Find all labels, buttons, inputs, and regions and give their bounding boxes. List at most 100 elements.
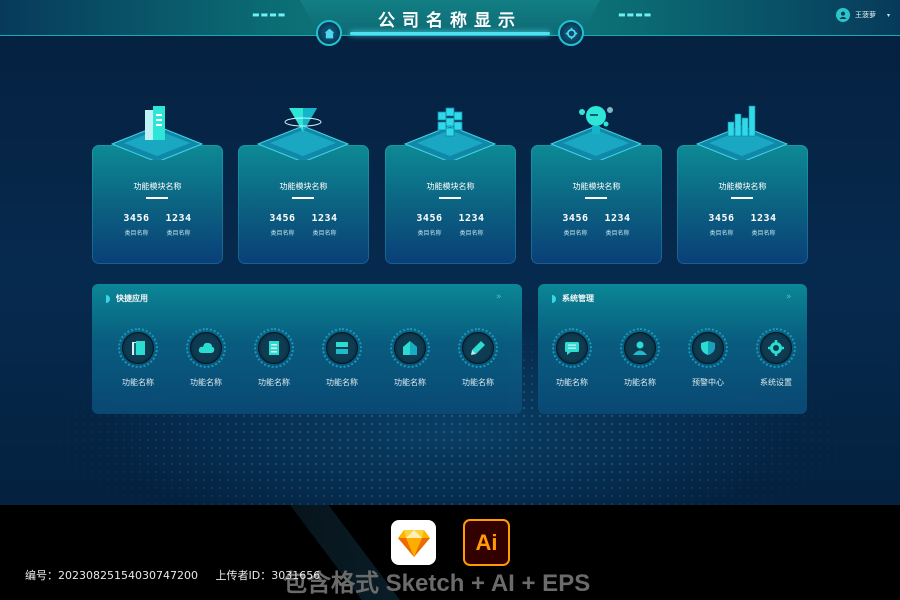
user-menu[interactable]: 王菠萝 ▾ — [836, 8, 890, 22]
app-label: 功能名称 — [462, 378, 494, 387]
stat-label: 类目名称 — [605, 230, 630, 237]
sketch-diamond-icon — [397, 529, 430, 557]
module-card[interactable]: 功能模块名称 3456 类目名称 1234 类目名称 — [677, 145, 808, 264]
pencil-icon — [471, 341, 485, 355]
module-illustration — [92, 96, 223, 163]
title-underline — [585, 197, 607, 199]
module-title: 功能模块名称 — [572, 182, 621, 191]
app-icon-core — [760, 332, 792, 364]
stat-label: 类目名称 — [563, 230, 588, 237]
system-management-title: 系统管理 — [562, 294, 594, 303]
illustrator-label: Ai — [475, 529, 498, 555]
user-icon — [633, 341, 647, 355]
stat-value: 1234 — [458, 213, 485, 224]
stat-label: 类目名称 — [166, 230, 191, 237]
app-shortcut[interactable]: 功能名称 — [240, 328, 308, 388]
stat-value: 3456 — [269, 213, 296, 224]
chevron-down-icon[interactable]: ▾ — [887, 12, 890, 19]
app-shortcut[interactable]: 预警中心 — [674, 328, 742, 388]
app-icon-core — [190, 332, 222, 364]
app-shortcut[interactable]: 功能名称 — [172, 328, 240, 388]
app-icon-core — [624, 332, 656, 364]
funnel-icon — [284, 108, 322, 132]
section-marker — [552, 294, 556, 303]
header-deco-right: ▬▬▬▬ — [618, 10, 653, 19]
app-icon-core — [394, 332, 426, 364]
app-label: 功能名称 — [394, 378, 426, 387]
module-title: 功能模块名称 — [279, 182, 328, 191]
module-card[interactable]: 功能模块名称 3456 类目名称 1234 类目名称 — [531, 145, 662, 264]
quick-apps-title: 快捷应用 — [116, 294, 148, 303]
settings-button[interactable] — [558, 20, 584, 46]
system-more-button[interactable]: » — [786, 292, 792, 302]
stat-item: 1234 类目名称 — [459, 213, 485, 237]
gear-icon — [565, 27, 577, 39]
app-shortcut[interactable]: 功能名称 — [376, 328, 444, 388]
title-underline — [439, 197, 461, 199]
module-card[interactable]: 功能模块名称 3456 类目名称 1234 类目名称 — [385, 145, 516, 264]
title-underline — [731, 197, 753, 199]
app-shortcut[interactable]: 功能名称 — [606, 328, 674, 388]
sketch-logo — [391, 520, 436, 565]
app-icon-ring — [458, 328, 498, 368]
system-apps-list: 功能名称 功能名称 预警中心 系统设置 — [538, 328, 810, 388]
app-icon-ring — [688, 328, 728, 368]
title-underline — [292, 197, 314, 199]
user-icon — [839, 11, 847, 19]
stat-item: 3456 类目名称 — [269, 213, 295, 237]
avatar — [836, 8, 850, 22]
stat-value: 1234 — [165, 213, 192, 224]
section-marker — [106, 294, 110, 303]
stat-item: 3456 类目名称 — [562, 213, 588, 237]
robot-icon — [579, 106, 613, 134]
app-label: 功能名称 — [624, 378, 656, 387]
app-icon-ring — [390, 328, 430, 368]
header-glow-line — [350, 32, 550, 35]
app-icon-ring — [552, 328, 592, 368]
app-icon-core — [258, 332, 290, 364]
module-card[interactable]: 功能模块名称 3456 类目名称 1234 类目名称 — [238, 145, 369, 264]
stat-label: 类目名称 — [417, 230, 442, 237]
module-illustration — [238, 96, 369, 163]
module-illustration — [385, 96, 516, 163]
shield-icon — [701, 341, 715, 355]
app-label: 系统设置 — [760, 378, 792, 387]
app-icon-core — [556, 332, 588, 364]
stat-label: 类目名称 — [124, 230, 149, 237]
app-shortcut[interactable]: 系统设置 — [742, 328, 810, 388]
stat-value: 3456 — [562, 213, 589, 224]
module-title: 功能模块名称 — [133, 182, 182, 191]
app-shortcut[interactable]: 功能名称 — [104, 328, 172, 388]
title-underline — [146, 197, 168, 199]
app-shortcut[interactable]: 功能名称 — [538, 328, 606, 388]
stat-item: 1234 类目名称 — [166, 213, 192, 237]
module-illustration — [677, 96, 808, 163]
module-card[interactable]: 功能模块名称 3456 类目名称 1234 类目名称 — [92, 145, 223, 264]
uploader-id: 上传者ID：3031656 — [215, 569, 321, 582]
dashboard-screen: ▬▬▬▬ ▬▬▬▬ 公司名称显示 王菠萝 ▾ 功能模块名称 3456 类目名称 123… — [0, 0, 900, 505]
stat-value: 3456 — [416, 213, 443, 224]
message-icon — [565, 342, 579, 355]
stat-item: 3456 类目名称 — [123, 213, 149, 237]
module-title: 功能模块名称 — [718, 182, 767, 191]
stat-item: 3456 类目名称 — [708, 213, 734, 237]
quick-apps-panel: 快捷应用 » 功能名称 功能名称 功能名称 功能名称 功能名称 功能名称 — [92, 284, 522, 414]
app-shortcut[interactable]: 功能名称 — [308, 328, 376, 388]
cloud-icon — [198, 342, 215, 353]
book-icon — [132, 341, 145, 355]
stat-value: 1234 — [311, 213, 338, 224]
app-label: 功能名称 — [122, 378, 154, 387]
app-icon-ring — [756, 328, 796, 368]
stat-label: 类目名称 — [459, 230, 484, 237]
quick-apps-more-button[interactable]: » — [496, 292, 502, 302]
module-title: 功能模块名称 — [426, 182, 475, 191]
quick-apps-list: 功能名称 功能名称 功能名称 功能名称 功能名称 功能名称 — [104, 328, 512, 388]
app-icon-core — [122, 332, 154, 364]
stat-label: 类目名称 — [751, 230, 776, 237]
module-stats: 3456 类目名称 1234 类目名称 — [238, 213, 369, 237]
illustrator-logo: Ai — [463, 519, 510, 566]
upload-meta: 编号：20230825154030747200 上传者ID：3031656 — [25, 567, 334, 583]
home-icon — [324, 28, 334, 38]
app-shortcut[interactable]: 功能名称 — [444, 328, 512, 388]
home-button[interactable] — [316, 20, 342, 46]
